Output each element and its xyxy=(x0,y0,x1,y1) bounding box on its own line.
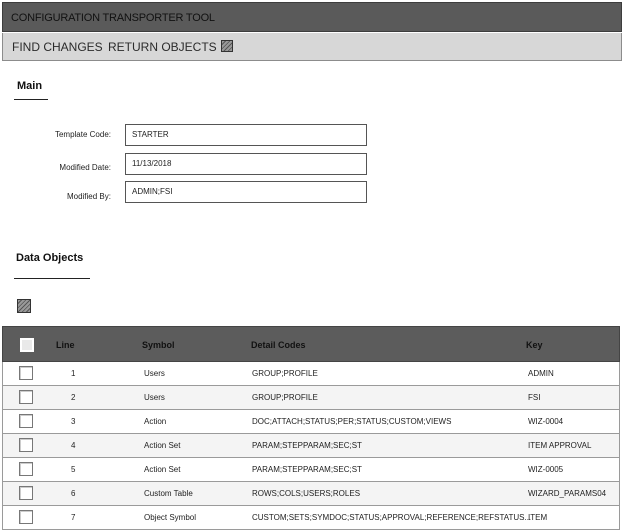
row-key: FSI xyxy=(528,393,541,402)
table-row[interactable]: 2 Users GROUP;PROFILE FSI xyxy=(2,386,620,410)
row-key: WIZ-0005 xyxy=(528,465,564,474)
modified-by-label: Modified By: xyxy=(66,192,111,201)
row-key: WIZ-0004 xyxy=(528,417,564,426)
table-row[interactable]: 5 Action Set PARAM;STEPPARAM;SEC;ST WIZ-… xyxy=(2,458,620,482)
modified-date-label: Modified Date: xyxy=(59,163,111,172)
row-line: 1 xyxy=(71,369,76,378)
row-key: WIZARD_PARAMS04 xyxy=(528,489,607,498)
row-line: 7 xyxy=(71,513,76,522)
main-section-underline xyxy=(14,99,48,100)
row-detail-codes: CUSTOM;SETS;SYMDOC;STATUS;APPROVAL;REFER… xyxy=(252,513,532,522)
column-header-detail-codes: Detail Codes xyxy=(251,340,306,350)
row-symbol: Action Set xyxy=(144,465,181,474)
row-line: 4 xyxy=(71,441,76,450)
row-symbol: Action Set xyxy=(144,441,181,450)
data-objects-section-underline xyxy=(14,278,90,279)
title-bar: CONFIGURATION TRANSPORTER TOOL xyxy=(2,2,622,32)
row-symbol: Users xyxy=(144,369,165,378)
template-code-field[interactable]: STARTER xyxy=(125,124,367,146)
data-objects-section-title: Data Objects xyxy=(16,252,84,264)
select-all-checkbox[interactable] xyxy=(20,338,34,352)
row-checkbox[interactable] xyxy=(19,390,33,404)
data-objects-table: Line Symbol Detail Codes Key 1 Users GRO… xyxy=(2,326,620,530)
hatched-square-icon[interactable] xyxy=(17,299,31,313)
row-key: ITEM APPROVAL xyxy=(528,441,592,450)
row-line: 6 xyxy=(71,489,76,498)
row-checkbox[interactable] xyxy=(19,462,33,476)
table-row[interactable]: 1 Users GROUP;PROFILE ADMIN xyxy=(2,362,620,386)
table-row[interactable]: 3 Action DOC;ATTACH;STATUS;PER;STATUS;CU… xyxy=(2,410,620,434)
template-code-label: Template Code: xyxy=(54,130,111,139)
row-detail-codes: ROWS;COLS;USERS;ROLES xyxy=(252,489,361,498)
table-header: Line Symbol Detail Codes Key xyxy=(2,326,620,362)
table-row[interactable]: 6 Custom Table ROWS;COLS;USERS;ROLES WIZ… xyxy=(2,482,620,506)
row-key: ITEM xyxy=(528,513,548,522)
row-line: 3 xyxy=(71,417,76,426)
modified-by-field[interactable]: ADMIN;FSI xyxy=(125,181,367,203)
table-row[interactable]: 4 Action Set PARAM;STEPPARAM;SEC;ST ITEM… xyxy=(2,434,620,458)
modified-date-field[interactable]: 11/13/2018 xyxy=(125,153,367,175)
row-checkbox[interactable] xyxy=(19,438,33,452)
row-detail-codes: PARAM;STEPPARAM;SEC;ST xyxy=(252,465,362,474)
row-key: ADMIN xyxy=(528,369,554,378)
column-header-key: Key xyxy=(526,340,543,350)
row-symbol: Users xyxy=(144,393,165,402)
row-line: 2 xyxy=(71,393,76,402)
row-detail-codes: DOC;ATTACH;STATUS;PER;STATUS;CUSTOM;VIEW… xyxy=(252,417,452,426)
row-symbol: Custom Table xyxy=(144,489,193,498)
column-header-line: Line xyxy=(56,340,75,350)
main-section-title: Main xyxy=(17,80,43,92)
find-changes-button[interactable]: FIND CHANGES xyxy=(12,40,103,54)
row-detail-codes: GROUP;PROFILE xyxy=(252,369,318,378)
return-objects-button[interactable]: RETURN OBJECTS xyxy=(108,40,217,54)
toolbar: FIND CHANGES RETURN OBJECTS xyxy=(2,33,622,61)
row-line: 5 xyxy=(71,465,76,474)
row-checkbox[interactable] xyxy=(19,366,33,380)
row-detail-codes: GROUP;PROFILE xyxy=(252,393,318,402)
row-symbol: Action xyxy=(144,417,167,426)
table-row[interactable]: 7 Object Symbol CUSTOM;SETS;SYMDOC;STATU… xyxy=(2,506,620,530)
hatched-square-icon[interactable] xyxy=(221,40,233,52)
column-header-symbol: Symbol xyxy=(142,340,175,350)
row-detail-codes: PARAM;STEPPARAM;SEC;ST xyxy=(252,441,362,450)
row-checkbox[interactable] xyxy=(19,510,33,524)
app-title: CONFIGURATION TRANSPORTER TOOL xyxy=(11,12,215,24)
row-symbol: Object Symbol xyxy=(144,513,197,522)
row-checkbox[interactable] xyxy=(19,414,33,428)
row-checkbox[interactable] xyxy=(19,486,33,500)
